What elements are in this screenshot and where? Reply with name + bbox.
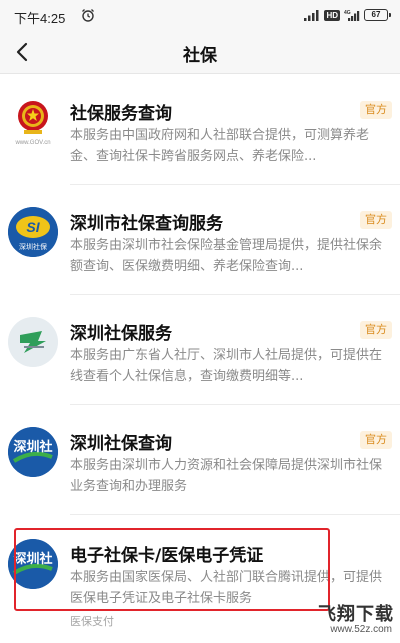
watermark-title: 飞翔下载 [318,604,394,625]
battery-indicator: 67 [364,9,391,21]
shenzhen-social-security-logo: SI 深圳社保 [8,207,58,257]
item-title: 社保服务查询 [70,104,172,124]
official-tag: 官方 [360,101,392,119]
svg-text:SI: SI [26,219,40,235]
official-tag: 官方 [360,211,392,229]
item-title: 深圳市社保查询服务 [70,214,223,234]
shenzhen-hr-logo: 深圳社 [8,427,58,477]
status-bar: 下午4:25 HD 4G 67 [0,0,400,30]
list-item[interactable]: 深圳社 深圳社保查询 官方 本服务由深圳市人力资源和社会保障局提供深圳市社保业务… [0,405,400,515]
item-title: 深圳社保查询 [70,434,172,454]
item-source: 医保支付 [70,615,114,628]
signal-4g-icon: 4G [344,10,360,21]
list-item[interactable]: www.GOV.cn 社保服务查询 官方 本服务由中国政府网和人社部联合提供，可… [0,75,400,185]
svg-text:深圳社保: 深圳社保 [19,242,47,251]
item-title: 深圳社保服务 [70,324,172,344]
status-icons: HD 4G 67 [304,8,391,22]
status-time: 下午4:25 [14,11,66,26]
official-tag: 官方 [360,431,392,449]
watermark: 飞翔下载 www.52z.com [302,600,398,640]
official-tag: 官方 [360,321,392,339]
watermark-url: www.52z.com [330,624,392,635]
item-description: 本服务由中国政府网和人社部联合提供，可测算养老金、查询社保卡跨省服务网点、养老保… [70,128,370,164]
svg-text:深圳社: 深圳社 [13,439,52,455]
highlight-box [14,528,330,611]
signal-icon [304,10,319,21]
item-description: 本服务由深圳市人力资源和社会保障局提供深圳市社保业务查询和办理服务 [70,458,383,494]
item-description: 本服务由深圳市社会保险基金管理局提供，提供社保余额查询、医保缴费明细、养老保险查… [70,238,383,274]
page-title: 社保 [183,46,217,66]
list-item[interactable]: 深圳社保服务 官方 本服务由广东省人社厅、深圳市人社局提供，可提供在线查看个人社… [0,295,400,405]
alarm-clock-icon [82,9,94,22]
item-description: 本服务由广东省人社厅、深圳市人社局提供，可提供在线查看个人社保信息，查询缴费明细… [70,348,383,384]
svg-text:www.GOV.cn: www.GOV.cn [14,140,50,146]
list-item[interactable]: SI 深圳社保 深圳市社保查询服务 官方 本服务由深圳市社会保险基金管理局提供，… [0,185,400,295]
gov-emblem-icon: www.GOV.cn [8,97,58,147]
hd-badge: HD [324,9,340,21]
guangdong-hr-logo [8,317,58,367]
svg-text:4G: 4G [344,10,351,16]
nav-bar: 社保 [0,30,400,74]
